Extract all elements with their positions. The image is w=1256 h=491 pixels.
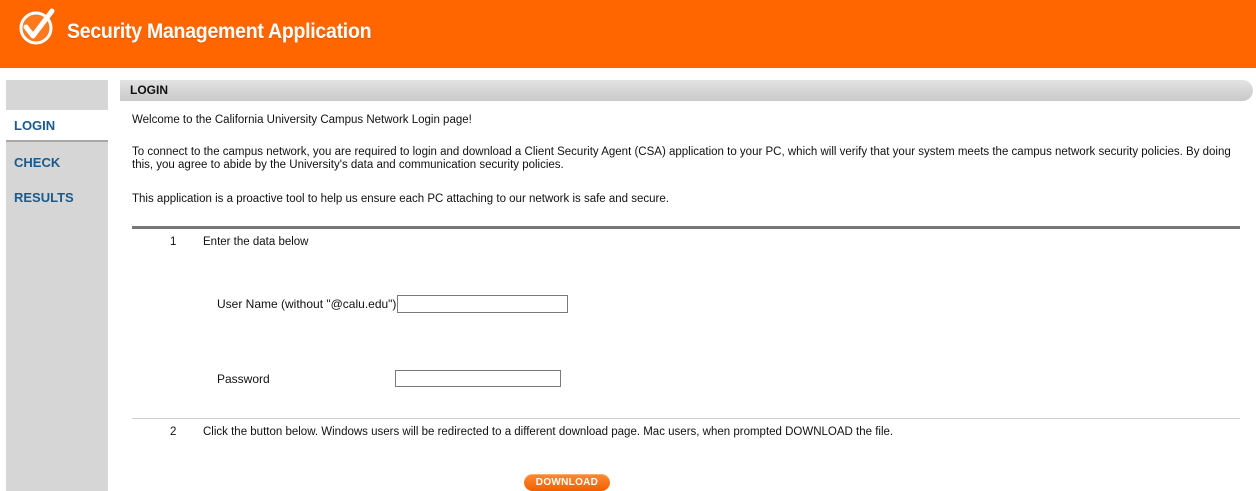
section-title-bar: LOGIN bbox=[120, 80, 1253, 101]
username-input[interactable] bbox=[397, 295, 568, 313]
sidebar-item-check[interactable]: CHECK bbox=[6, 147, 108, 177]
divider-top bbox=[132, 226, 1240, 229]
password-input[interactable] bbox=[395, 370, 561, 387]
sidebar-item-results[interactable]: RESULTS bbox=[6, 182, 108, 212]
username-label: User Name (without "@calu.edu") bbox=[217, 297, 397, 311]
sidebar-nav: LOGIN CHECK RESULTS bbox=[6, 80, 108, 491]
sidebar-item-login[interactable]: LOGIN bbox=[6, 110, 108, 142]
section-title: LOGIN bbox=[130, 83, 168, 97]
app-header: Security Management Application bbox=[0, 0, 1256, 68]
step-text: Enter the data below bbox=[203, 236, 309, 248]
step-number: 2 bbox=[170, 426, 177, 438]
connect-instructions: To connect to the campus network, you ar… bbox=[132, 146, 1231, 171]
divider-bottom bbox=[132, 418, 1240, 419]
download-button[interactable]: DOWNLOAD bbox=[524, 474, 610, 491]
sidebar-item-label: LOGIN bbox=[14, 118, 56, 133]
app-title: Security Management Application bbox=[67, 20, 372, 43]
welcome-text: Welcome to the California University Cam… bbox=[132, 114, 472, 126]
step-number: 1 bbox=[170, 236, 177, 248]
password-label: Password bbox=[217, 372, 270, 386]
proactive-text: This application is a proactive tool to … bbox=[132, 193, 669, 205]
sidebar-item-label: RESULTS bbox=[14, 190, 74, 205]
checkmark-circle-icon bbox=[19, 8, 55, 45]
sidebar-item-label: CHECK bbox=[14, 155, 61, 170]
step-text: Click the button below. Windows users wi… bbox=[203, 426, 894, 438]
